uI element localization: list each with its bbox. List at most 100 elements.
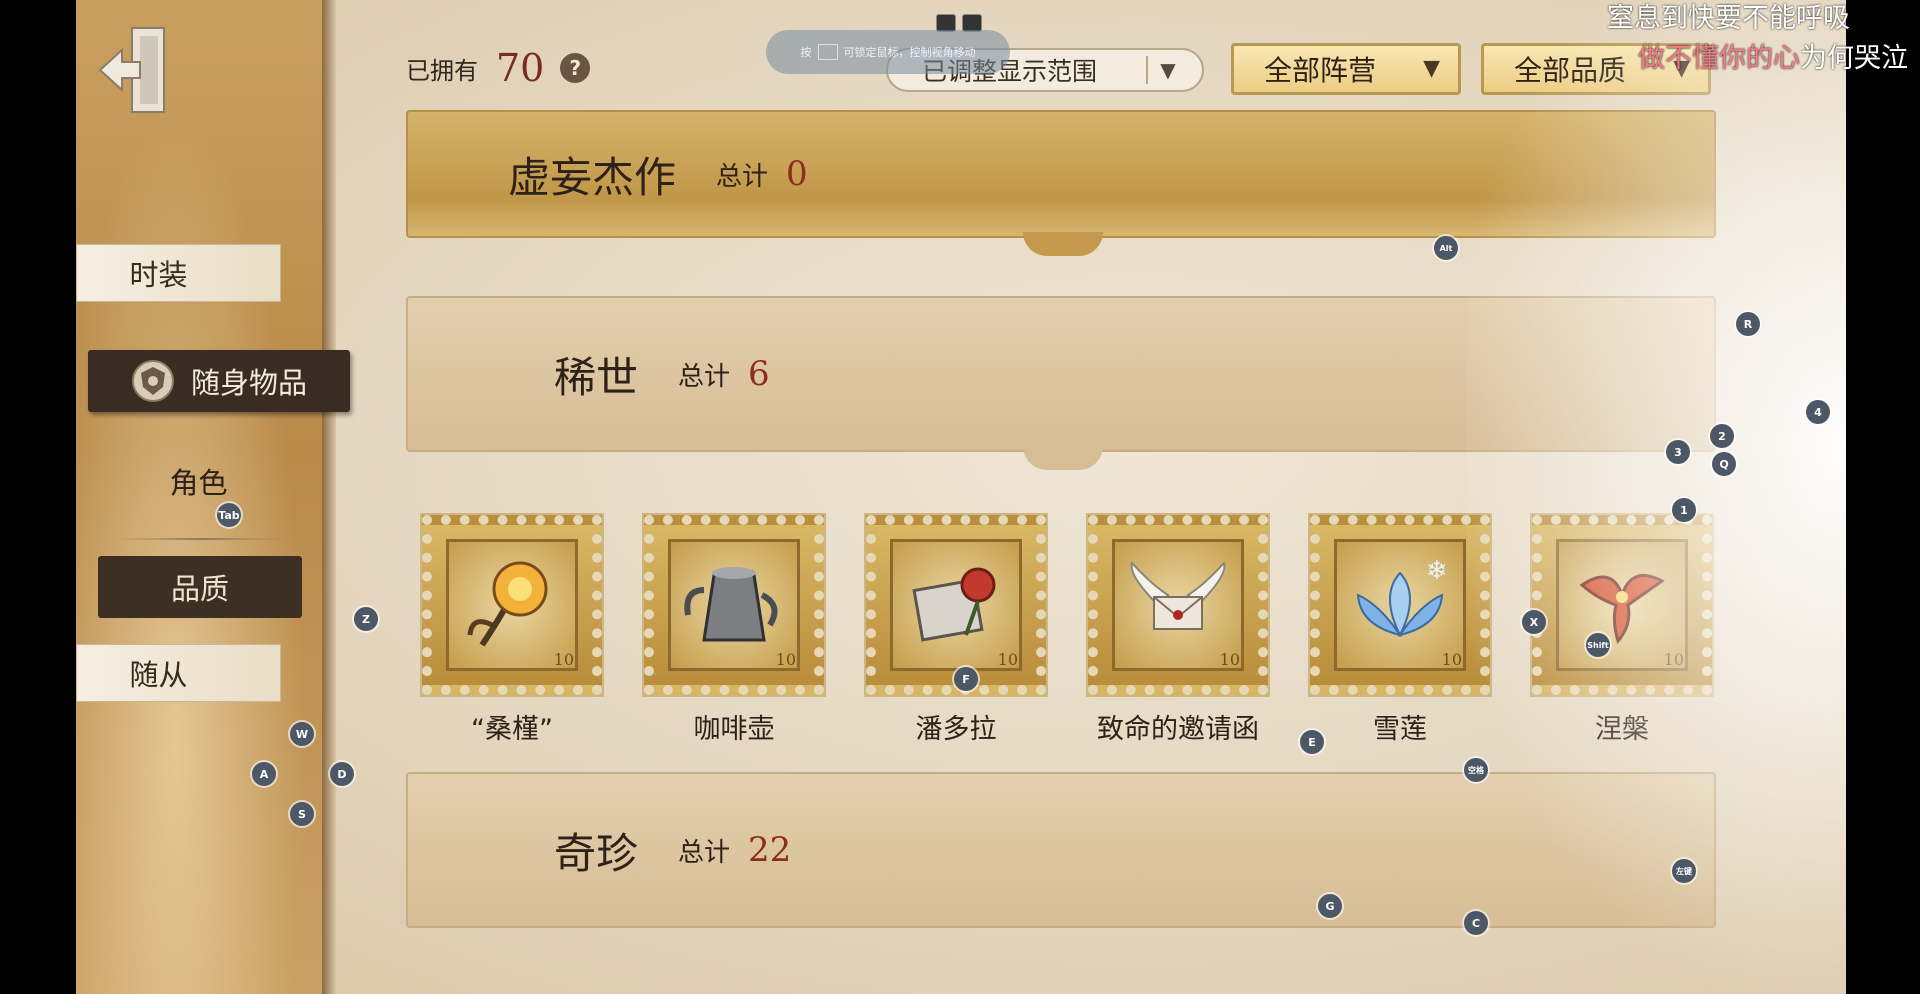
key-hint-3: 3: [1666, 440, 1690, 464]
stamp-face-value: 10: [1663, 650, 1684, 669]
sidebar-item-label: 随身物品: [190, 366, 307, 400]
sidebar-item-character[interactable]: 角色: [96, 452, 301, 510]
item-stamp: 10: [1088, 515, 1268, 695]
sidebar-item-label: 时装: [129, 258, 188, 292]
key-hint-d: D: [330, 762, 354, 786]
key-hint-4: 4: [1806, 400, 1830, 424]
mouse-lock-hint: 按 可锁定鼠标，控制视角移动: [766, 30, 1010, 74]
item-name: 雪莲: [1373, 714, 1427, 745]
shield-icon: [131, 360, 174, 402]
key-hint-g: G: [1318, 894, 1342, 918]
item-stamp: 10: [422, 515, 602, 695]
lyric-highlight: 做不懂你的心: [1638, 43, 1800, 74]
lyric-rest: 为何哭泣: [1800, 43, 1908, 74]
item-name: 咖啡壶: [693, 714, 775, 745]
keyboard-icon: [817, 44, 838, 60]
section-title: 虚妄杰作: [508, 152, 677, 202]
section-title: 奇珍: [554, 828, 639, 878]
item-stamp: ❄ 10: [1310, 515, 1490, 695]
item-name: 致命的邀请函: [1097, 714, 1259, 745]
key-hint-leftclick: 左键: [1672, 859, 1696, 883]
exit-button[interactable]: [96, 20, 176, 120]
key-hint-e: E: [1300, 730, 1324, 754]
item-card[interactable]: 10 致命的邀请函: [1084, 515, 1272, 746]
section-total: 总计 22: [678, 830, 791, 870]
stamp-face-value: 10: [997, 650, 1018, 669]
item-name: 潘多拉: [915, 714, 997, 745]
item-stamp: 10: [866, 515, 1046, 695]
key-hint-shift: Shift: [1586, 633, 1610, 657]
section-banner-treasure: 奇珍 总计 22: [406, 772, 1716, 928]
item-stamp: 10: [1532, 515, 1712, 695]
key-hint-a: A: [252, 762, 276, 786]
item-card[interactable]: 10 “桑槿”: [418, 515, 606, 746]
key-hint-s: S: [290, 802, 314, 826]
help-icon[interactable]: ?: [560, 53, 591, 83]
key-hint-w: W: [290, 722, 314, 746]
sidebar-item-label: 随从: [129, 658, 188, 692]
flower-branch-icon: [467, 561, 548, 647]
stamp-face-value: 10: [1219, 650, 1240, 669]
total-label: 总计: [716, 161, 769, 192]
coffee-pot-icon: [684, 567, 778, 642]
section-total: 总计 0: [716, 154, 808, 194]
sidebar-item-follower[interactable]: 随从: [76, 644, 281, 702]
sidebar-divider: [116, 538, 286, 540]
banner-notch: [1023, 232, 1103, 256]
stamp-face-value: 10: [1441, 650, 1462, 669]
total-value: 0: [786, 154, 808, 194]
panel-edge: [322, 0, 336, 994]
key-hint-z: Z: [354, 607, 378, 631]
section-title: 稀世: [554, 352, 639, 402]
owned-counter: 已拥有 70 ?: [406, 46, 591, 90]
key-hint-space: 空格: [1464, 758, 1488, 782]
item-card[interactable]: ❄ 10 雪莲: [1306, 515, 1494, 746]
stamp-face-value: 10: [553, 650, 574, 669]
sidebar-item-label: 角色: [169, 466, 228, 500]
item-stamp: 10: [644, 515, 824, 695]
stamp-face-value: 10: [775, 650, 796, 669]
key-hint-f: F: [954, 667, 978, 691]
item-grid: 10 “桑槿” 10 咖啡壶 10 潘多拉 10 致命的邀请函 ❄ 10 雪莲 …: [418, 515, 1716, 746]
camp-dropdown[interactable]: 全部阵营 ▼: [1231, 43, 1461, 95]
sidebar-item-costume[interactable]: 时装: [76, 244, 281, 302]
section-banner-rare: 稀世 总计 6: [406, 296, 1716, 470]
item-card[interactable]: 10 潘多拉: [862, 515, 1050, 746]
key-hint-c: C: [1464, 911, 1488, 935]
key-hint-alt: Alt: [1434, 236, 1458, 260]
quality-dropdown-label: 全部品质: [1514, 54, 1627, 87]
chevron-down-icon: ▼: [1146, 56, 1188, 84]
key-hint-1: 1: [1672, 498, 1696, 522]
sidebar-item-label: 品质: [170, 572, 229, 606]
snow-lotus-icon: ❄: [1356, 556, 1448, 638]
stream-lyric-line-2: 做不懂你的心为何哭泣: [1638, 36, 1908, 75]
stream-lyric-line-1: 窒息到快要不能呼吸: [1607, 3, 1850, 34]
owned-label: 已拥有: [406, 56, 478, 85]
owned-count: 70: [496, 46, 545, 90]
total-label: 总计: [678, 837, 731, 868]
item-card[interactable]: 10 涅槃: [1528, 515, 1716, 746]
sidebar-item-accessories[interactable]: 随身物品: [88, 350, 350, 412]
winged-letter-icon: [1130, 561, 1226, 630]
box-rose-icon: [912, 567, 996, 642]
key-hint-q: Q: [1712, 452, 1736, 476]
sidebar-item-quality[interactable]: 品质: [98, 556, 302, 618]
total-value: 22: [748, 830, 792, 870]
exit-icon: [98, 27, 165, 113]
chevron-down-icon: ▼: [1423, 56, 1440, 81]
key-hint-r: R: [1736, 312, 1760, 336]
hint-prefix: 按: [800, 46, 812, 59]
key-hint-2: 2: [1710, 424, 1734, 448]
camp-dropdown-label: 全部阵营: [1264, 54, 1377, 87]
section-banner-masterpiece: 虚妄杰作 总计 0: [406, 110, 1716, 256]
key-hint-tab: Tab: [217, 503, 241, 527]
section-total: 总计 6: [678, 354, 770, 394]
item-name: 涅槃: [1595, 714, 1649, 745]
phoenix-icon: [1579, 573, 1665, 645]
item-name: “桑槿”: [471, 714, 553, 745]
total-label: 总计: [678, 361, 731, 392]
banner-notch: [1023, 446, 1103, 470]
game-screen: 时装 随身物品 角色 品质 随从 已拥有 70 ? 已调整显示范围 ▼ 全部阵营…: [76, 0, 1846, 994]
hint-text: 可锁定鼠标，控制视角移动: [843, 46, 976, 59]
item-card[interactable]: 10 咖啡壶: [640, 515, 828, 746]
